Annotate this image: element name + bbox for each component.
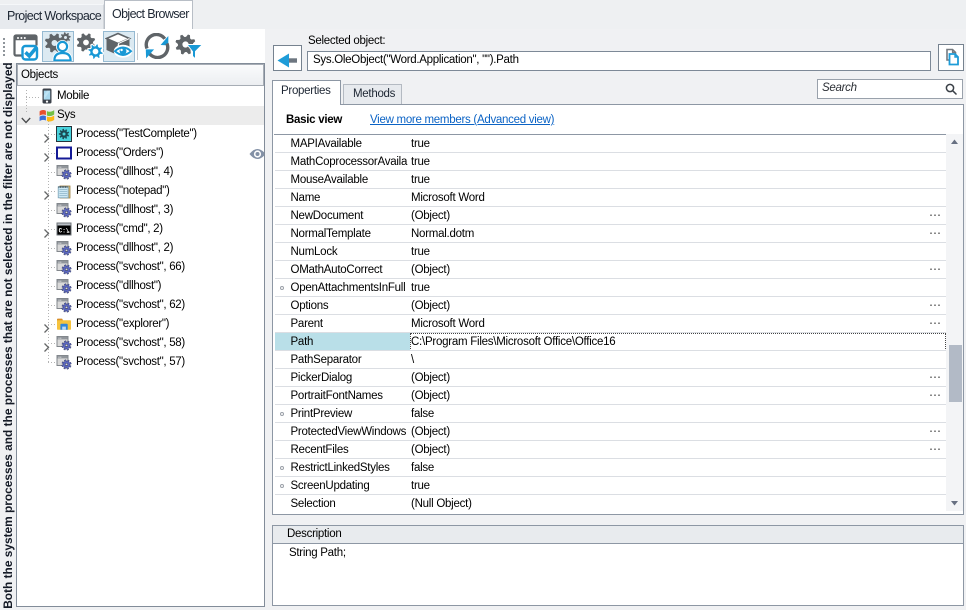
svg-text:C:\: C:\ [59, 228, 70, 235]
